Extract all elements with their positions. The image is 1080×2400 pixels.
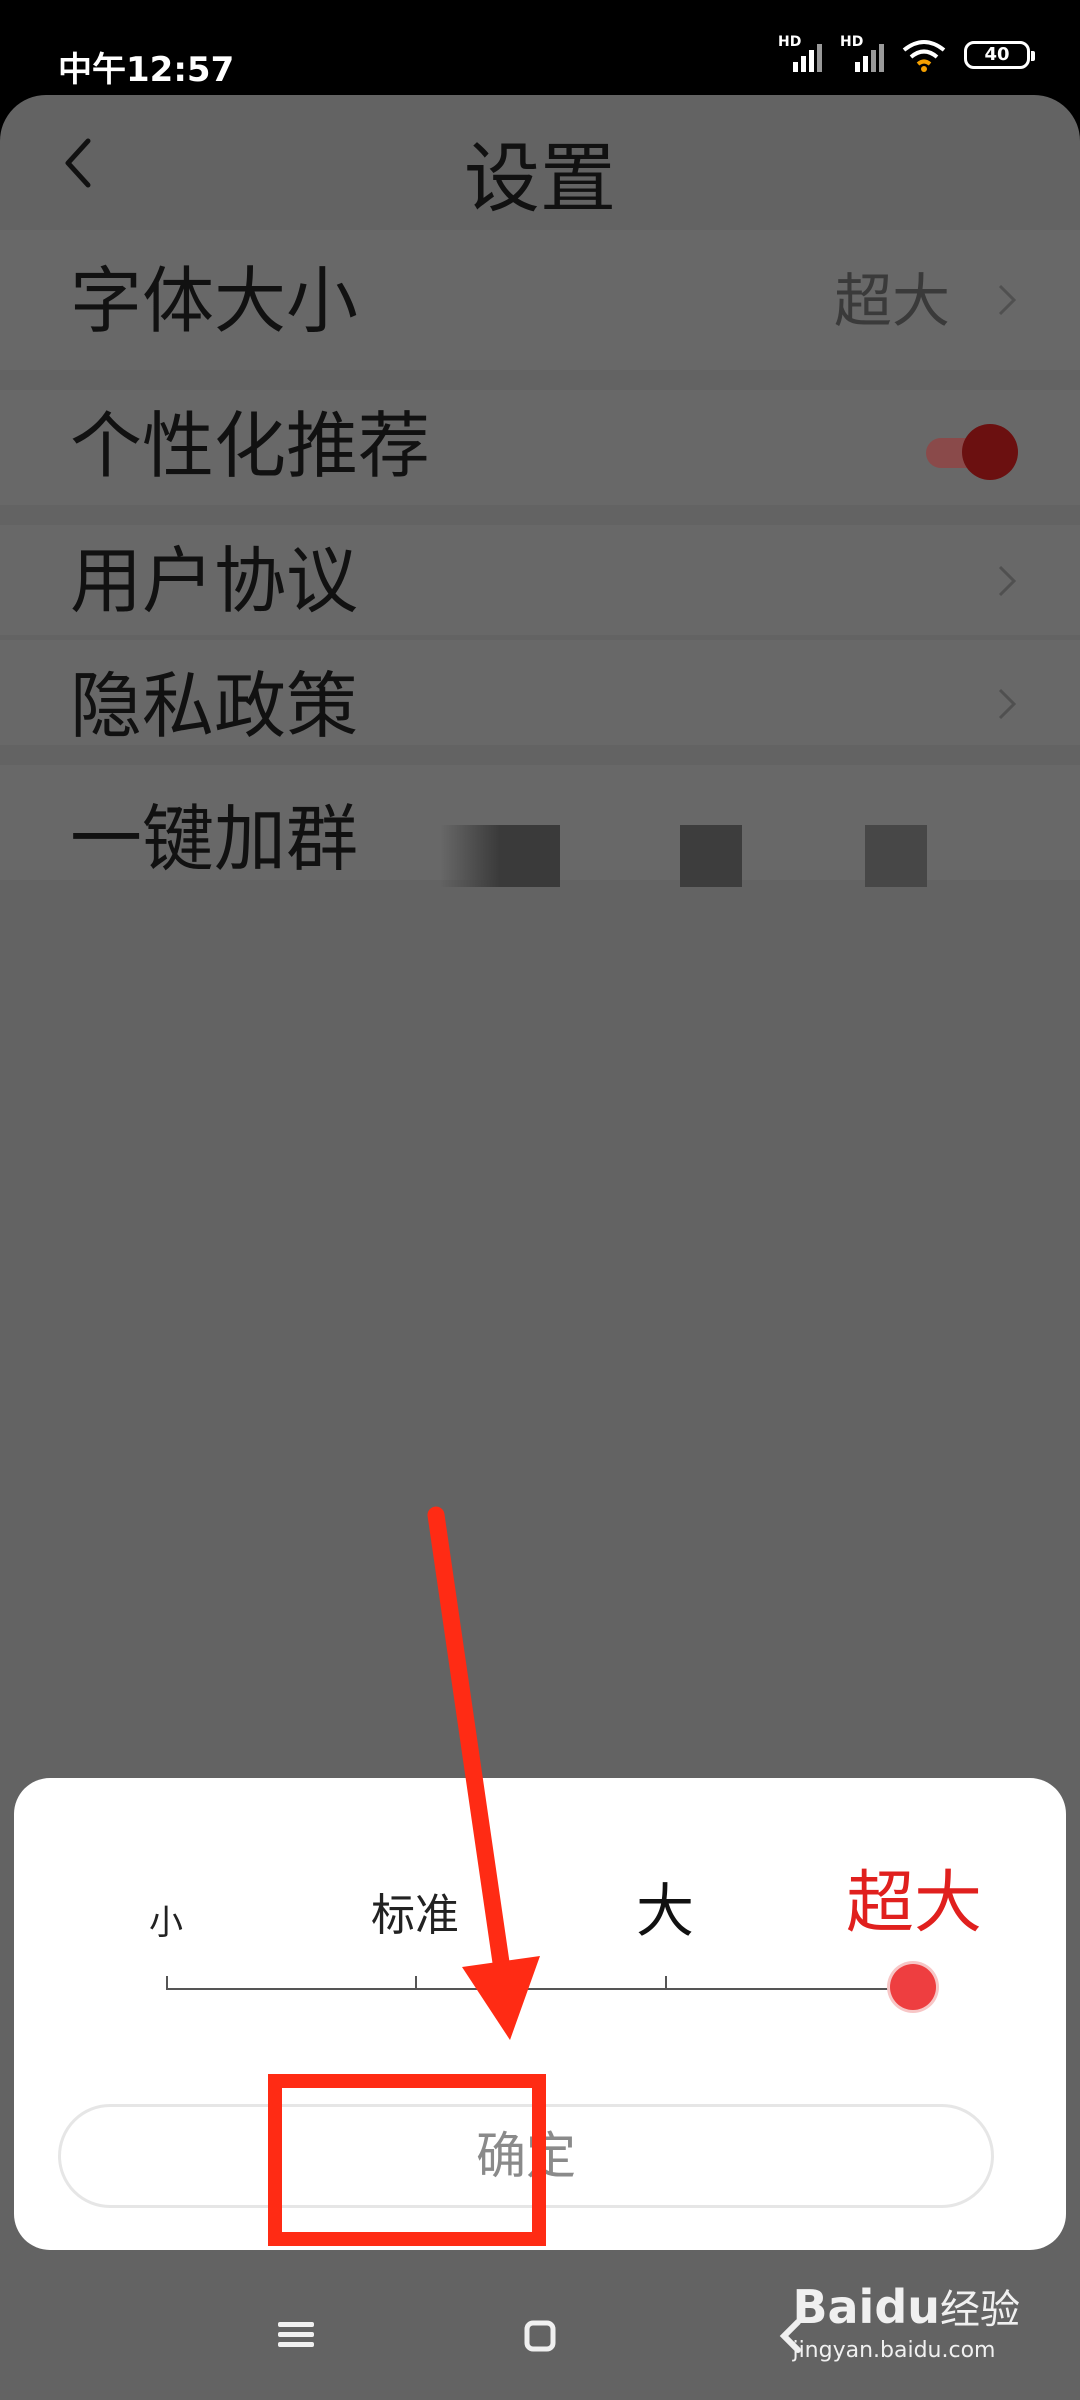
chevron-right-icon xyxy=(998,565,1017,597)
settings-row-personalized: 个性化推荐 xyxy=(0,390,1080,505)
font-size-sheet: 小 标准 大 超大 确定 xyxy=(14,1778,1066,2250)
settings-row-join-group[interactable]: 一键加群 xyxy=(0,765,1080,887)
signal-icon: HD xyxy=(778,34,822,72)
annotation-highlight-box xyxy=(268,2074,546,2246)
font-size-option-standard[interactable]: 标准 xyxy=(371,1894,459,1938)
settings-row-font-size[interactable]: 字体大小 超大 xyxy=(0,230,1080,370)
slider-tick xyxy=(415,1976,417,1990)
personalized-toggle[interactable] xyxy=(926,424,1018,480)
watermark-url: jingyan.baidu.com xyxy=(792,2338,996,2363)
font-size-option-large[interactable]: 大 xyxy=(636,1882,694,1940)
watermark-logo: Baidu经验 jingyan.baidu.com xyxy=(792,2284,1020,2363)
settings-row-label: 个性化推荐 xyxy=(70,404,431,488)
watermark-brand: Baidu xyxy=(792,2280,940,2334)
wifi-icon xyxy=(902,40,946,72)
font-size-slider-track[interactable] xyxy=(166,1988,914,1990)
watermark-brand-cn: 经验 xyxy=(940,2287,1020,2333)
slider-tick xyxy=(665,1976,667,1990)
settings-row-privacy-policy[interactable]: 隐私政策 xyxy=(0,640,1080,745)
page-title: 设置 xyxy=(464,134,616,223)
slider-tick xyxy=(166,1976,168,1990)
settings-row-user-agreement[interactable]: 用户协议 xyxy=(0,525,1080,635)
home-icon[interactable] xyxy=(524,2320,556,2352)
settings-row-label: 用户协议 xyxy=(70,539,359,623)
nav-bar: 设置 xyxy=(0,95,1080,225)
font-size-slider-handle[interactable] xyxy=(890,1964,936,2010)
settings-row-label: 字体大小 xyxy=(70,259,359,343)
menu-icon[interactable] xyxy=(278,2320,314,2350)
status-time: 中午12:57 xyxy=(58,50,235,90)
group-qr-thumbnails xyxy=(440,825,940,905)
font-size-value: 超大 xyxy=(833,267,950,335)
chevron-right-icon xyxy=(998,688,1017,720)
status-bar: 中午12:57 HD HD 40 xyxy=(0,0,1080,100)
status-icons: HD HD 40 xyxy=(778,34,1035,72)
battery-icon: 40 xyxy=(964,41,1035,69)
font-size-option-small[interactable]: 小 xyxy=(149,1906,183,1940)
font-size-option-extra-large[interactable]: 超大 xyxy=(846,1870,982,1938)
chevron-right-icon xyxy=(998,284,1017,316)
signal-icon: HD xyxy=(840,34,884,72)
settings-row-label: 隐私政策 xyxy=(70,664,359,748)
settings-row-label: 一键加群 xyxy=(70,797,359,881)
system-nav-bar: Baidu经验 jingyan.baidu.com xyxy=(0,2250,1080,2400)
